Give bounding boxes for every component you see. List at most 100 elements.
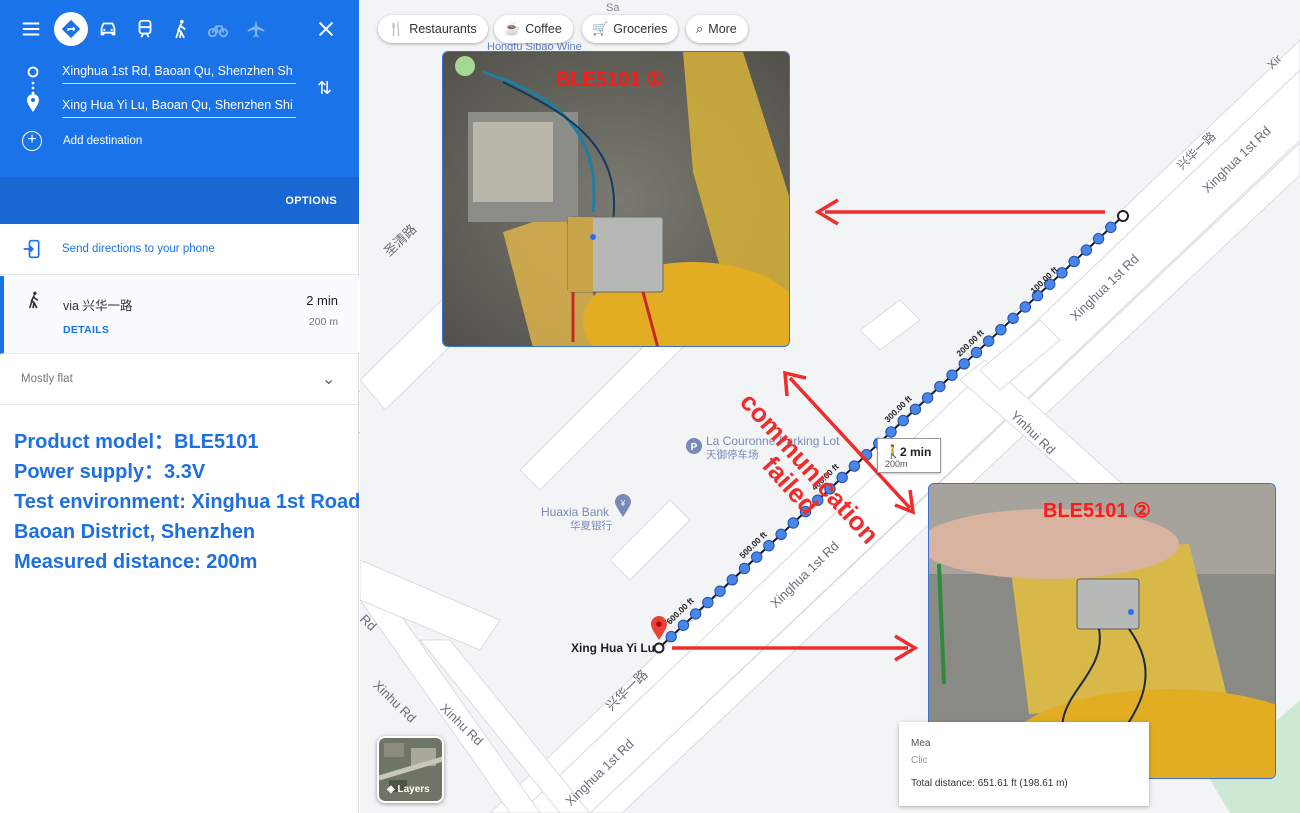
walking-icon xyxy=(29,291,39,309)
info-line-distance: Measured distance: 200m xyxy=(14,551,258,573)
destination-input[interactable]: Xing Hua Yi Lu, Baoan Qu, Shenzhen Shi xyxy=(62,94,296,118)
route-dot xyxy=(787,517,800,529)
route-dot xyxy=(1105,221,1117,234)
route-dot xyxy=(946,369,958,381)
route-dot xyxy=(726,574,738,586)
route-via: via 兴华一路 xyxy=(63,299,133,313)
walk-badge-time: 2 min xyxy=(900,445,932,459)
chip-groceries[interactable]: 🛒 Groceries xyxy=(582,15,679,43)
route-time: 2 min xyxy=(306,293,338,308)
route-dot xyxy=(958,358,970,370)
route-dot xyxy=(1019,301,1032,313)
info-line-environment: Test environment: Xinghua 1st Road, xyxy=(14,491,366,513)
close-icon xyxy=(318,21,334,37)
road-label-sa: Sa xyxy=(606,2,620,14)
chip-coffee-label: Coffee xyxy=(525,22,562,36)
route-dots-icon xyxy=(27,66,39,112)
route-dot xyxy=(738,562,751,575)
poi-label-bank[interactable]: Huaxia Bank xyxy=(541,505,609,519)
search-icon: ⌕ xyxy=(696,21,704,36)
route-option-card[interactable]: via 兴华一路 2 min 200 m DETAILS xyxy=(0,276,359,354)
poi-label-bank-cn[interactable]: 华夏银行 xyxy=(570,518,612,533)
send-to-phone-row[interactable]: Send directions to your phone xyxy=(0,225,359,275)
measure-hint: Clic xyxy=(911,755,928,766)
chip-restaurants[interactable]: 🍴 Restaurants xyxy=(378,15,488,43)
chip-more[interactable]: ⌕ More xyxy=(686,15,748,43)
info-line-environment-2: Baoan District, Shenzhen xyxy=(14,521,256,543)
chip-coffee[interactable]: ☕ Coffee xyxy=(494,15,573,43)
details-button[interactable]: DETAILS xyxy=(63,324,109,336)
route-dot xyxy=(750,551,763,563)
walk-badge-distance: 200m xyxy=(885,459,908,469)
add-destination-link[interactable]: Add destination xyxy=(63,135,142,147)
car-icon xyxy=(100,22,116,36)
layers-button[interactable]: ◈ Layers xyxy=(377,736,444,803)
walking-mode-button[interactable] xyxy=(164,12,198,46)
route-dot xyxy=(885,426,897,438)
flights-mode-button[interactable] xyxy=(239,12,273,46)
route-dot xyxy=(1080,244,1093,256)
options-button[interactable]: OPTIONS xyxy=(285,195,337,207)
route-dot xyxy=(1092,233,1105,245)
layers-label: ◈ Layers xyxy=(387,784,430,795)
measure-total-distance: Total distance: 651.61 ft (198.61 m) xyxy=(911,778,1068,789)
info-line-model: Product model：BLE5101 xyxy=(14,431,259,453)
walking-icon xyxy=(175,19,186,39)
travel-mode-bar xyxy=(0,0,359,58)
route-dot xyxy=(1007,312,1019,325)
route-dot xyxy=(921,392,934,404)
route-dot xyxy=(775,528,787,541)
route-dot xyxy=(665,630,677,643)
best-route-mode-button[interactable] xyxy=(54,12,88,46)
svg-text:P: P xyxy=(691,442,698,453)
photo-1-label: BLE5101 ① xyxy=(556,69,664,91)
route-dot xyxy=(677,619,690,631)
directions-diamond-icon xyxy=(61,19,81,39)
route-dot xyxy=(982,335,995,347)
terrain-row[interactable]: Mostly flat ⌄ xyxy=(0,355,359,405)
route-dot xyxy=(995,323,1007,336)
driving-mode-button[interactable] xyxy=(91,12,125,46)
send-to-phone-icon xyxy=(23,239,40,259)
airplane-icon xyxy=(247,19,265,38)
chip-groceries-label: Groceries xyxy=(613,22,668,36)
restaurant-icon: 🍴 xyxy=(388,21,405,36)
route-dot xyxy=(848,460,861,472)
directions-panel: Xinghua 1st Rd, Baoan Qu, Shenzhen Sh Xi… xyxy=(0,0,366,813)
route-dot xyxy=(702,596,714,609)
origin-input[interactable]: Xinghua 1st Rd, Baoan Qu, Shenzhen Sh xyxy=(62,60,296,84)
cart-icon: 🛒 xyxy=(592,21,609,36)
train-icon xyxy=(138,19,152,38)
bicycle-icon xyxy=(207,25,229,38)
route-dot xyxy=(1068,255,1080,268)
close-directions-button[interactable] xyxy=(309,12,343,46)
product-info-block: Product model：BLE5101 Power supply：3.3V … xyxy=(14,427,366,577)
layers-text: Layers xyxy=(397,784,430,795)
chevron-down-icon[interactable]: ⌄ xyxy=(322,369,335,389)
photo-2-label: BLE5101 ② xyxy=(1043,500,1151,522)
chip-restaurants-label: Restaurants xyxy=(409,22,477,36)
menu-icon[interactable] xyxy=(14,12,48,46)
add-destination-icon[interactable]: + xyxy=(22,131,42,151)
swap-icon[interactable]: ⇅ xyxy=(317,78,332,99)
route-dot xyxy=(970,346,983,359)
module-photo-1 xyxy=(442,51,790,347)
route-dot xyxy=(934,380,946,393)
measure-distance-panel: Mea Clic Total distance: 651.61 ft (198.… xyxy=(899,722,1149,806)
cycling-mode-button[interactable] xyxy=(201,12,235,46)
route-dot xyxy=(689,608,702,620)
send-to-phone-label[interactable]: Send directions to your phone xyxy=(62,243,215,255)
info-line-power: Power supply：3.3V xyxy=(14,461,206,483)
route-dot xyxy=(763,539,775,552)
destination-pin-label[interactable]: Xing Hua Yi Lu xyxy=(571,641,655,655)
route-dot xyxy=(897,414,909,427)
route-dot xyxy=(909,403,922,415)
map-canvas[interactable]: P ¥ Hongfu Sibao Wine Sa Xir 兴华一路 Xinghu… xyxy=(360,0,1300,813)
route-dot xyxy=(714,585,726,597)
walk-time-badge[interactable]: 🚶 2 min 200m xyxy=(877,438,941,473)
coffee-icon: ☕ xyxy=(504,21,521,36)
chip-more-label: More xyxy=(708,22,737,36)
transit-mode-button[interactable] xyxy=(128,12,162,46)
terrain-label: Mostly flat xyxy=(21,373,73,385)
route-distance: 200 m xyxy=(308,316,338,328)
